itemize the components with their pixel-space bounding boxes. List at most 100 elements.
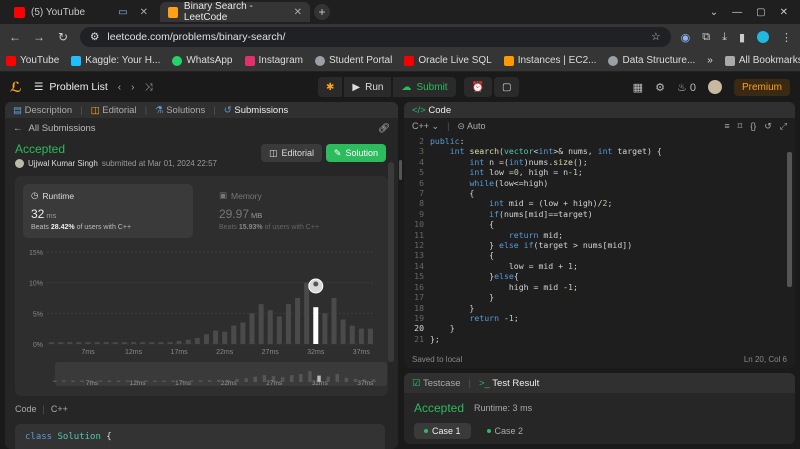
minimap-tick-label: 27ms xyxy=(266,380,283,387)
left-scrollbar[interactable] xyxy=(388,162,394,362)
debug-button[interactable]: ✱ xyxy=(318,77,343,97)
reload-button[interactable]: ↻ xyxy=(56,30,70,44)
site-info-icon[interactable]: ⚙ xyxy=(90,31,99,43)
case-1-tab[interactable]: Case 1 xyxy=(414,423,471,439)
left-panel-tabs: ▤ Description | ◫ Editorial | ⚗ Solution… xyxy=(5,102,398,118)
leetcode-logo-icon[interactable]: ℒ xyxy=(10,79,24,95)
tab-youtube[interactable]: (5) YouTube ▭ ✕ xyxy=(6,2,156,22)
bookmark-star-icon[interactable]: ☆ xyxy=(651,31,660,43)
more-bookmarks-icon[interactable]: » xyxy=(707,55,713,66)
close-tab-icon[interactable]: ✕ xyxy=(294,7,302,18)
bookmark-kaggle[interactable]: Kaggle: Your H... xyxy=(71,55,160,66)
profile-avatar[interactable] xyxy=(757,31,769,43)
menu-icon[interactable]: ⋮ xyxy=(781,31,792,44)
bar xyxy=(258,304,264,344)
bookmark-ec2[interactable]: Instances | EC2... xyxy=(503,55,596,66)
user-avatar[interactable] xyxy=(707,80,722,94)
book-icon: ◫ xyxy=(90,104,100,116)
case-2-tab[interactable]: Case 2 xyxy=(477,423,534,439)
tab-description[interactable]: ▤ Description xyxy=(13,105,72,116)
back-arrow-icon[interactable]: ← xyxy=(13,123,23,134)
tab-editorial[interactable]: ◫ Editorial xyxy=(91,105,137,116)
bookmark-instagram[interactable]: Instagram xyxy=(244,55,303,66)
settings-gear-icon[interactable]: ⚙ xyxy=(655,81,665,94)
bookmark-youtube[interactable]: YouTube xyxy=(6,55,59,66)
back-button[interactable]: ← xyxy=(8,30,22,44)
reset-icon[interactable]: ↺ xyxy=(764,121,772,132)
bar xyxy=(167,342,173,344)
tab-search-icon[interactable]: ⌄ xyxy=(710,7,718,18)
bookmark-oracle[interactable]: Oracle Live SQL xyxy=(404,55,492,66)
bookmark-icon[interactable]: ⌑ xyxy=(738,121,743,132)
bookmark-student-portal[interactable]: Student Portal xyxy=(314,55,392,66)
bar xyxy=(349,325,355,344)
submit-button[interactable]: ☁ Submit xyxy=(393,77,456,97)
sidepanel-icon[interactable]: ▮ xyxy=(739,31,745,44)
premium-button[interactable]: Premium xyxy=(733,78,790,96)
submission-header: Accepted Ujjwal Kumar Singh submitted at… xyxy=(5,138,398,176)
solution-button[interactable]: ✎ Solution xyxy=(325,144,386,162)
clock-icon: ◷ xyxy=(31,190,39,200)
run-button[interactable]: ▶ Run xyxy=(344,77,392,97)
memory-header: ▣ Memory xyxy=(219,190,262,201)
bar xyxy=(222,331,228,344)
address-bar[interactable]: ⚙ leetcode.com/problems/binary-search/ ☆ xyxy=(80,27,671,47)
bookmark-data-structure[interactable]: Data Structure... xyxy=(608,55,695,66)
tab-test-result[interactable]: >_ Test Result xyxy=(479,378,539,389)
username[interactable]: Ujjwal Kumar Singh xyxy=(28,159,98,168)
editorial-button[interactable]: ◫ Editorial xyxy=(260,144,322,162)
new-tab-button[interactable]: + xyxy=(314,4,330,20)
tab-testcase[interactable]: ☑ Testcase xyxy=(412,378,461,389)
problem-list-link[interactable]: ☰ Problem List xyxy=(34,81,108,93)
globe-icon xyxy=(314,55,325,66)
extensions-puzzle-icon[interactable]: ⧉ xyxy=(702,31,710,44)
runtime-value: 32 ms xyxy=(31,207,57,221)
maximize-button[interactable]: ▢ xyxy=(756,7,765,18)
memory-card[interactable]: ▣ Memory 29.97 MB Beats 15.93% of users wi… xyxy=(211,184,381,238)
tab-submissions[interactable]: ↺ Submissions xyxy=(224,105,288,116)
tab-leetcode[interactable]: Binary Search - LeetCode ✕ xyxy=(160,1,310,23)
language-select[interactable]: C++ ⌄ xyxy=(412,121,439,132)
code-brackets-icon: </> xyxy=(412,104,426,116)
x-tick-label: 17ms xyxy=(171,349,189,356)
fullscreen-icon[interactable]: ⤢ xyxy=(780,121,787,132)
code-line: 7 { xyxy=(419,188,475,199)
notes-button[interactable]: ▢ xyxy=(494,77,520,97)
close-tab-icon[interactable]: ✕ xyxy=(140,7,148,18)
tab-solutions[interactable]: ⚗ Solutions xyxy=(155,105,205,116)
code-lines[interactable]: 2 public: 3 int search(vector<int>& nums,… xyxy=(404,136,785,346)
runtime-distribution-chart[interactable]: 15% 10% 5% 0% 7ms 12ms 17ms 22ms 27ms 32ms 37ms 7ms… xyxy=(15,244,398,396)
pencil-icon: ✎ xyxy=(333,147,342,158)
share-link-icon[interactable]: 🔗︎ xyxy=(378,123,390,134)
all-bookmarks[interactable]: All Bookmarks xyxy=(724,55,800,66)
runtime-header: ◷ Runtime xyxy=(31,190,75,201)
next-problem-icon[interactable]: › xyxy=(131,82,134,93)
auto-mode-toggle[interactable]: ⊝ Auto xyxy=(457,121,485,132)
layout-icon[interactable]: ▦ xyxy=(633,81,643,94)
braces-icon[interactable]: {} xyxy=(750,121,756,131)
y-tick-label: 10% xyxy=(29,281,43,288)
bar xyxy=(194,337,200,344)
extension-icon[interactable]: ◉ xyxy=(681,31,691,44)
tab-media-icon[interactable]: ▭ xyxy=(118,7,127,18)
prev-problem-icon[interactable]: ‹ xyxy=(118,82,121,93)
result-runtime: Runtime: 3 ms xyxy=(474,403,533,413)
minimize-button[interactable]: — xyxy=(732,7,742,18)
all-submissions-link[interactable]: All Submissions xyxy=(29,123,96,134)
code-tab[interactable]: </> Code xyxy=(412,105,451,116)
case-tabs: Case 1 Case 2 xyxy=(404,415,795,439)
runtime-card[interactable]: ◷ Runtime 32 ms Beats 28.42% of users with… xyxy=(23,184,193,238)
notes-icon[interactable]: ≡ xyxy=(724,121,729,131)
minimap-tick-label: 12ms xyxy=(130,380,147,387)
shuffle-icon[interactable]: ⤨ xyxy=(144,82,152,93)
timer-button[interactable]: ⏰ xyxy=(463,77,493,97)
forward-button[interactable]: → xyxy=(32,30,46,44)
editor-scrollbar[interactable] xyxy=(787,152,792,287)
bar xyxy=(121,342,127,344)
close-window-button[interactable]: ✕ xyxy=(780,7,788,18)
bookmark-whatsapp[interactable]: WhatsApp xyxy=(172,55,233,66)
divider: | xyxy=(447,121,450,131)
download-icon[interactable]: ⤓ xyxy=(722,31,727,44)
terminal-icon: >_ xyxy=(478,377,490,389)
streak-fire-icon[interactable]: ♨ 0 xyxy=(677,81,696,94)
